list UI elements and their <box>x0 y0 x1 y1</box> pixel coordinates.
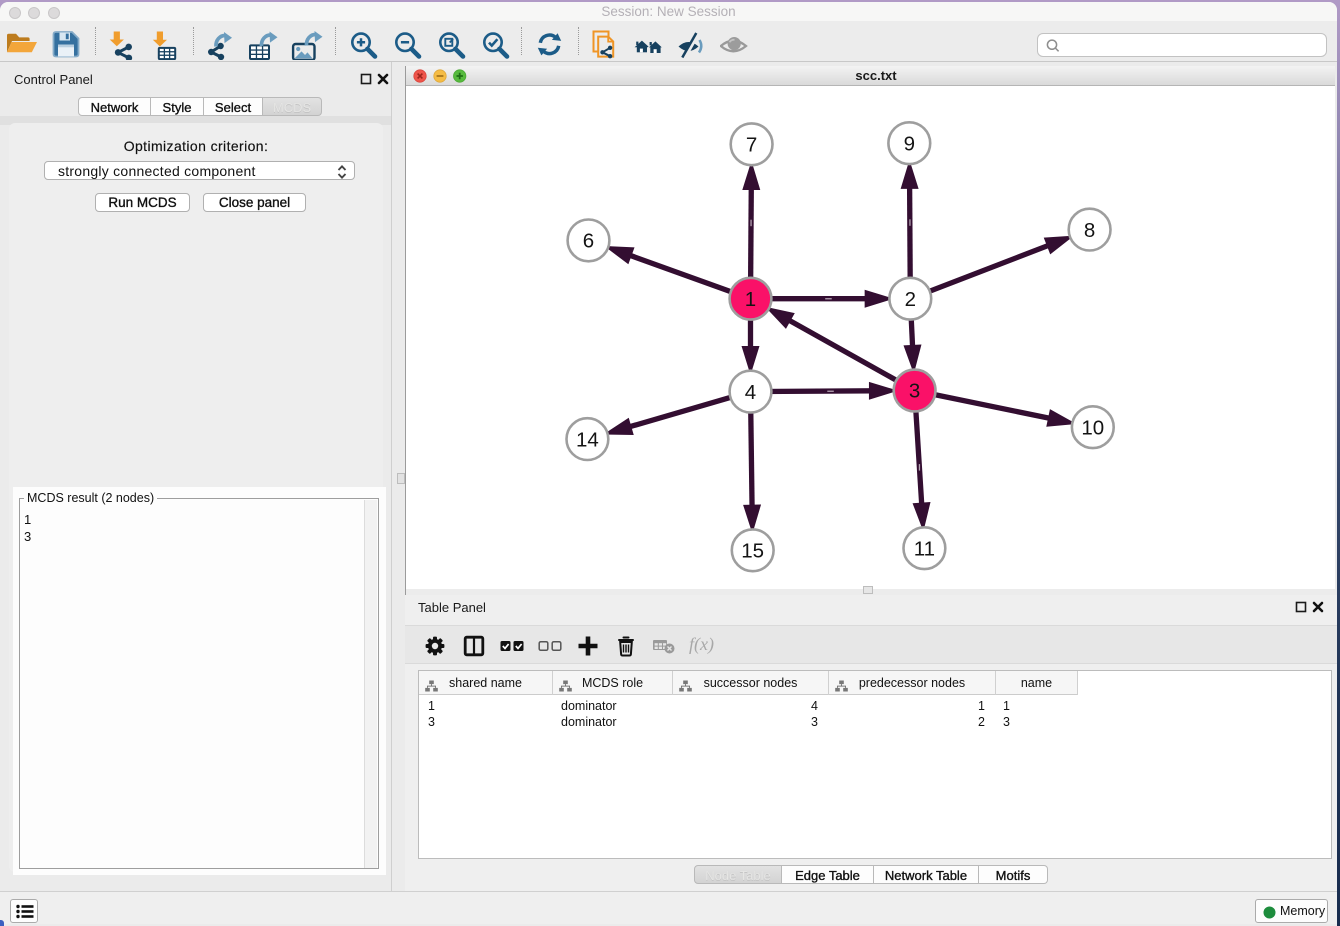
svg-text:10: 10 <box>1081 416 1104 439</box>
svg-text:4: 4 <box>745 381 756 404</box>
svg-text:14: 14 <box>576 428 599 451</box>
svg-text:1: 1 <box>745 288 756 311</box>
svg-text:9: 9 <box>904 132 915 155</box>
svg-text:11: 11 <box>914 537 935 560</box>
svg-text:3: 3 <box>909 380 920 403</box>
svg-text:7: 7 <box>746 134 757 157</box>
svg-text:2: 2 <box>905 288 916 311</box>
svg-text:15: 15 <box>741 540 764 563</box>
svg-text:8: 8 <box>1084 219 1095 242</box>
svg-text:6: 6 <box>583 230 594 253</box>
